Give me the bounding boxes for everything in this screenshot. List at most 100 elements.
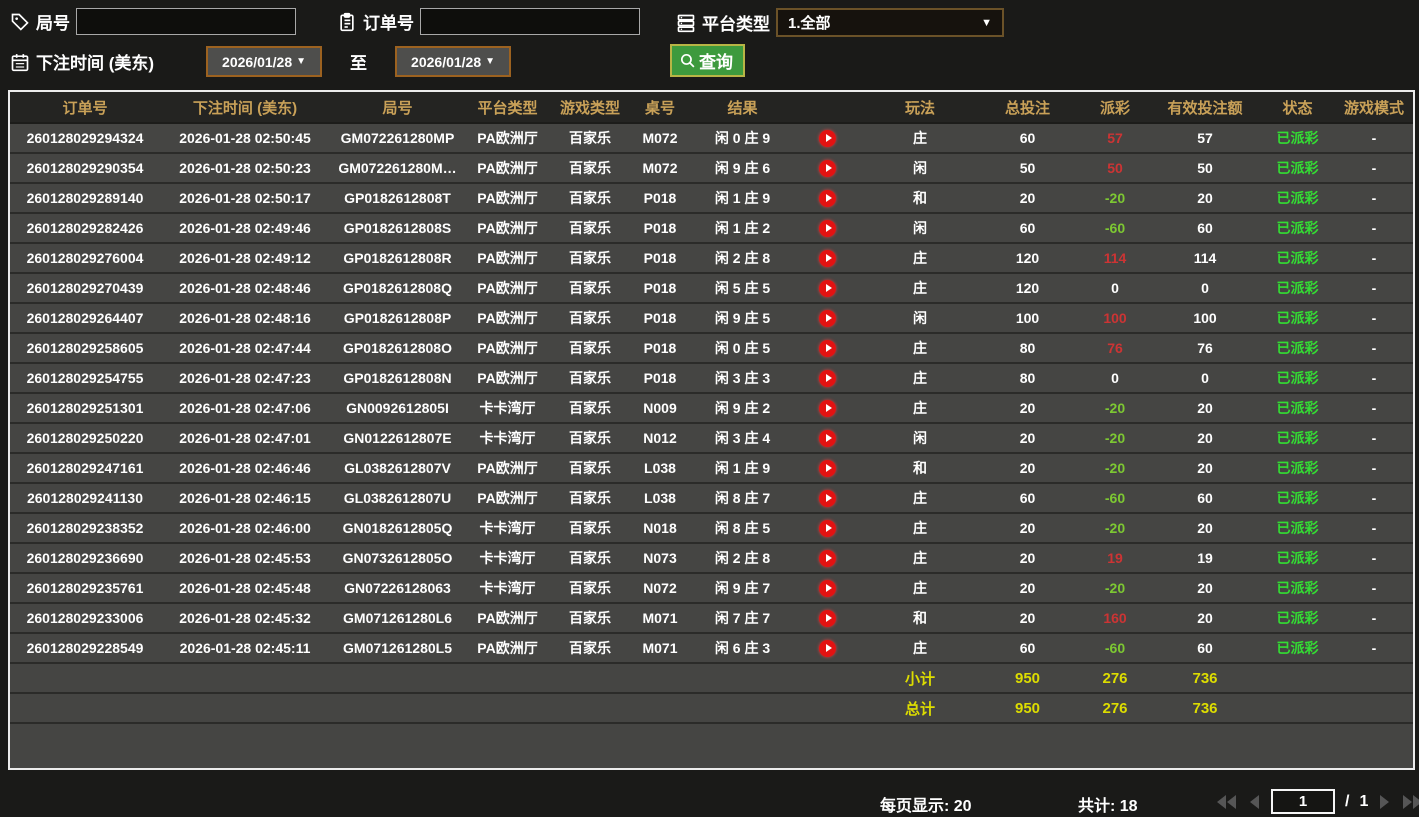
play-video-icon[interactable] [819, 489, 836, 507]
date-range-to-label: 至 [350, 54, 368, 73]
subtotal-spacer [630, 664, 690, 692]
total-spacer [1255, 694, 1340, 722]
play-video-icon[interactable] [819, 369, 836, 387]
subtotal-spacer [330, 664, 465, 692]
cell-valid-bet: 76 [1197, 340, 1213, 356]
cell-total-bet: 20 [1019, 520, 1036, 536]
play-video-icon[interactable] [819, 279, 836, 297]
cell-total-bet: 20 [1019, 580, 1036, 596]
subtotal-payout: 276 [1102, 669, 1128, 687]
cell-result: 闲 0 庄 9 [714, 130, 771, 146]
cell-result: 闲 5 庄 5 [714, 280, 771, 296]
cell-game-id: GN0732612805O [342, 550, 453, 566]
cell-payout: -20 [1104, 400, 1126, 416]
order-no-input[interactable] [420, 8, 640, 35]
cell-game-mode: - [1371, 400, 1377, 416]
cell-result: 闲 3 庄 4 [714, 430, 771, 446]
play-video-icon[interactable] [819, 429, 836, 447]
total-spacer [630, 694, 690, 722]
cell-play-type: 庄 [913, 400, 927, 416]
cell-order-id: 260128029270439 [26, 280, 144, 296]
play-video-icon[interactable] [819, 609, 836, 627]
date-from-picker[interactable]: 2026/01/28 ▼ [206, 46, 323, 77]
play-video-icon[interactable] [819, 159, 836, 177]
cell-result: 闲 9 庄 6 [714, 160, 771, 176]
cell-order-id: 260128029289140 [26, 190, 144, 206]
cell-total-bet: 120 [1015, 280, 1040, 296]
cell-result: 闲 1 庄 9 [714, 460, 771, 476]
play-video-icon[interactable] [819, 579, 836, 597]
cell-order-id: 260128029254755 [26, 370, 144, 386]
subtotal-valid-bet: 736 [1192, 669, 1218, 687]
total-spacer [330, 694, 465, 722]
cell-status: 已派彩 [1276, 430, 1319, 446]
cell-play-type: 闲 [913, 310, 927, 326]
play-video-icon[interactable] [819, 219, 836, 237]
cell-play-type: 闲 [913, 430, 927, 446]
play-video-icon[interactable] [819, 189, 836, 207]
cell-valid-bet: 100 [1193, 310, 1217, 326]
cell-total-bet: 60 [1019, 130, 1036, 146]
cell-platform: PA欧洲厅 [477, 640, 538, 656]
page-separator: / [1345, 792, 1350, 810]
cell-replay [795, 364, 860, 392]
cell-payout: 57 [1107, 130, 1123, 146]
last-page-button[interactable] [1401, 793, 1419, 811]
cell-table-no: L038 [644, 490, 676, 506]
prev-page-button[interactable] [1248, 793, 1261, 811]
cell-table-no: N018 [643, 520, 677, 536]
cell-play-type: 和 [913, 190, 927, 206]
cell-order-id: 260128029294324 [26, 130, 144, 146]
play-video-icon[interactable] [819, 549, 836, 567]
cell-bet-time: 2026-01-28 02:45:53 [179, 550, 311, 566]
cell-payout: 0 [1111, 370, 1119, 386]
server-stack-icon [676, 13, 696, 33]
cell-payout: -20 [1104, 580, 1126, 596]
cell-order-id: 260128029276004 [26, 250, 144, 266]
play-video-icon[interactable] [819, 639, 836, 657]
cell-platform: 卡卡湾厅 [479, 580, 536, 596]
cell-total-bet: 20 [1019, 460, 1036, 476]
date-to-picker[interactable]: 2026/01/28 ▼ [395, 46, 512, 77]
cell-play-type: 庄 [913, 550, 927, 566]
cell-payout: 19 [1107, 550, 1123, 566]
cell-game-mode: - [1371, 190, 1377, 206]
cell-result: 闲 8 庄 7 [714, 490, 771, 506]
cell-replay [795, 154, 860, 182]
play-video-icon[interactable] [819, 459, 836, 477]
cell-table-no: P018 [643, 190, 677, 206]
play-video-icon[interactable] [819, 249, 836, 267]
page-size-label: 每页显示: 20 [880, 798, 972, 815]
cell-table-no: P018 [643, 370, 677, 386]
total-spacer [550, 694, 630, 722]
column-header: 状态 [1282, 99, 1313, 117]
cell-replay [795, 244, 860, 272]
cell-bet-time: 2026-01-28 02:50:17 [179, 190, 311, 206]
cell-replay [795, 544, 860, 572]
cell-bet-time: 2026-01-28 02:47:44 [179, 340, 311, 356]
cell-play-type: 和 [913, 460, 927, 476]
next-page-button[interactable] [1378, 793, 1391, 811]
first-page-button[interactable] [1215, 793, 1238, 811]
play-video-icon[interactable] [819, 129, 836, 147]
cell-status: 已派彩 [1276, 520, 1319, 536]
game-no-input[interactable] [76, 8, 296, 35]
query-button[interactable]: 查询 [670, 44, 745, 77]
play-video-icon[interactable] [819, 339, 836, 357]
cell-payout: -20 [1104, 190, 1126, 206]
play-video-icon[interactable] [819, 519, 836, 537]
cell-status: 已派彩 [1276, 610, 1319, 626]
cell-play-type: 庄 [913, 580, 927, 596]
cell-result: 闲 9 庄 2 [714, 400, 771, 416]
play-video-icon[interactable] [819, 309, 836, 327]
table-row: 260128029228549 2026-01-28 02:45:11 GM0712… [10, 634, 1413, 664]
chevron-down-icon: ▼ [981, 16, 992, 29]
current-page-input[interactable] [1271, 789, 1335, 814]
cell-bet-time: 2026-01-28 02:46:00 [179, 520, 311, 536]
cell-game-id: GP0182612808Q [343, 280, 452, 296]
cell-status: 已派彩 [1276, 460, 1319, 476]
play-video-icon[interactable] [819, 399, 836, 417]
platform-select[interactable]: 1.全部 ▼ [776, 8, 1004, 37]
order-no-label: 订单号 [363, 14, 414, 33]
cell-bet-time: 2026-01-28 02:48:46 [179, 280, 311, 296]
